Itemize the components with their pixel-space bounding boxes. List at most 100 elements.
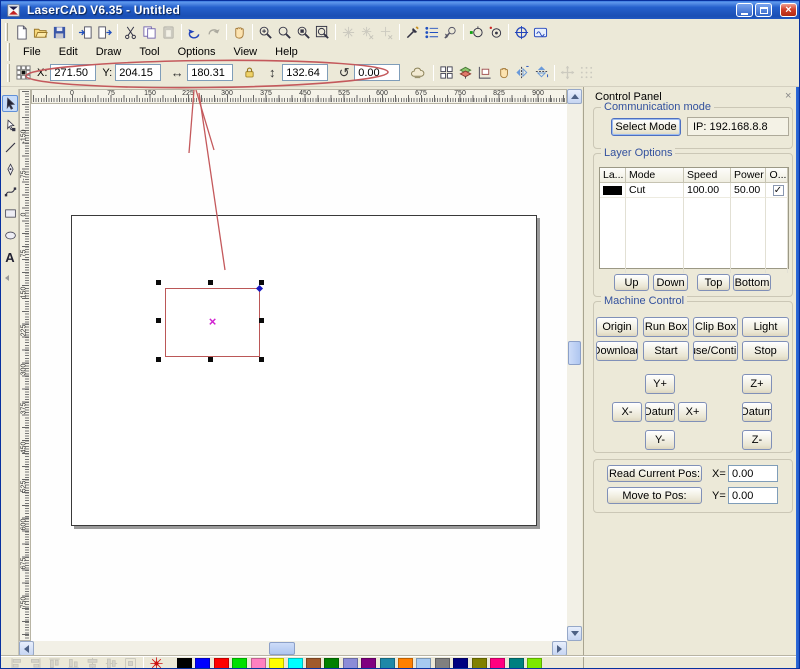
layer-table[interactable]: La... Mode Speed Power O... Cut 100.00 5…	[599, 167, 789, 269]
selection-handle-s[interactable]	[208, 357, 213, 362]
group-icon[interactable]	[456, 63, 475, 82]
jog-y-minus-button[interactable]: Y-	[645, 430, 675, 450]
align-right-icon[interactable]	[26, 654, 45, 669]
palette-color[interactable]	[509, 658, 524, 669]
jog-y-plus-button[interactable]: Y+	[645, 374, 675, 394]
layer-up-button[interactable]: Up	[614, 274, 649, 291]
new-file-icon[interactable]	[12, 23, 31, 42]
selection-handle-se[interactable]	[259, 357, 264, 362]
drawing-canvas[interactable]: ×	[31, 104, 567, 641]
palette-color[interactable]	[306, 658, 321, 669]
palette-color[interactable]	[288, 658, 303, 669]
run-box-button[interactable]: Run Box	[643, 317, 689, 337]
point-probe-icon[interactable]	[441, 23, 460, 42]
palette-collapse-icon[interactable]	[5, 275, 9, 281]
palette-color[interactable]	[343, 658, 358, 669]
palette-color[interactable]	[177, 658, 192, 669]
selection-handle-e[interactable]	[259, 318, 264, 323]
select-tool[interactable]	[2, 95, 18, 112]
layer-top-button[interactable]: Top	[697, 274, 730, 291]
object-params-icon[interactable]	[422, 23, 441, 42]
jog-z-minus-button[interactable]: Z-	[742, 430, 772, 450]
selection-handle-n[interactable]	[208, 280, 213, 285]
undo-icon[interactable]	[185, 23, 204, 42]
laser-origin-icon[interactable]	[147, 654, 166, 669]
menu-draw[interactable]: Draw	[87, 46, 131, 58]
export-icon[interactable]	[95, 23, 114, 42]
adjust-icon[interactable]	[494, 63, 513, 82]
minimize-button[interactable]	[736, 3, 753, 17]
origin-button[interactable]: Origin	[596, 317, 638, 337]
ellipse-tool[interactable]	[2, 227, 18, 244]
pen-tool[interactable]	[2, 161, 18, 178]
layer-output-checkbox[interactable]: ✓	[773, 185, 784, 196]
palette-color[interactable]	[195, 658, 210, 669]
text-tool[interactable]: A	[2, 249, 18, 266]
vertical-scroll-thumb[interactable]	[568, 341, 581, 365]
palette-color[interactable]	[361, 658, 376, 669]
datum-z-button[interactable]: Datum	[742, 402, 772, 422]
import-icon[interactable]	[76, 23, 95, 42]
layer-row[interactable]: Cut 100.00 50.00 ✓	[600, 183, 788, 198]
col-layer[interactable]: La...	[600, 168, 626, 183]
pan-hand-icon[interactable]	[230, 23, 249, 42]
pick-tool-icon[interactable]	[403, 23, 422, 42]
read-current-pos-button[interactable]: Read Current Pos:	[607, 465, 702, 482]
col-output[interactable]: O...	[766, 168, 788, 183]
align-left-icon[interactable]	[7, 654, 26, 669]
rotation-input[interactable]	[354, 64, 400, 81]
col-mode[interactable]: Mode	[626, 168, 684, 183]
scroll-down-icon[interactable]	[567, 626, 582, 641]
copy-icon[interactable]	[140, 23, 159, 42]
jog-x-minus-button[interactable]: X-	[612, 402, 642, 422]
palette-color[interactable]	[398, 658, 413, 669]
mirror-vertical-icon[interactable]	[513, 63, 532, 82]
menu-tool[interactable]: Tool	[130, 46, 168, 58]
menu-view[interactable]: View	[224, 46, 266, 58]
palette-color[interactable]	[269, 658, 284, 669]
palette-color[interactable]	[490, 658, 505, 669]
zoom-all-icon[interactable]	[294, 23, 313, 42]
horizontal-scroll-thumb[interactable]	[269, 642, 295, 655]
rectangle-tool[interactable]	[2, 205, 18, 222]
preview-icon[interactable]	[408, 63, 427, 82]
scroll-up-icon[interactable]	[567, 89, 582, 104]
palette-color[interactable]	[214, 658, 229, 669]
menu-edit[interactable]: Edit	[50, 46, 87, 58]
palette-color[interactable]	[472, 658, 487, 669]
palette-color[interactable]	[251, 658, 266, 669]
node-start-icon[interactable]	[467, 23, 486, 42]
align-center-v-icon[interactable]	[102, 654, 121, 669]
selection-handle-sw[interactable]	[156, 357, 161, 362]
pattern-icon[interactable]	[577, 63, 596, 82]
panel-splitter[interactable]	[583, 87, 584, 669]
scroll-right-icon[interactable]	[552, 641, 567, 656]
anchor-grid-icon[interactable]	[14, 63, 33, 82]
layer-speed[interactable]: 100.00	[684, 183, 731, 198]
pause-continue-button[interactable]: Pause/Continue	[693, 341, 738, 361]
curve-tool[interactable]	[2, 183, 18, 200]
redo-icon[interactable]	[204, 23, 223, 42]
start-button[interactable]: Start	[643, 341, 689, 361]
maximize-button[interactable]	[755, 3, 772, 17]
node-point-icon[interactable]	[486, 23, 505, 42]
col-speed[interactable]: Speed	[684, 168, 731, 183]
layer-down-button[interactable]: Down	[653, 274, 688, 291]
array-copy-icon[interactable]	[437, 63, 456, 82]
menu-help[interactable]: Help	[266, 46, 307, 58]
jog-x-plus-button[interactable]: X+	[678, 402, 707, 422]
download-button[interactable]: Download	[596, 341, 638, 361]
paste-icon[interactable]	[159, 23, 178, 42]
palette-color[interactable]	[435, 658, 450, 669]
menu-options[interactable]: Options	[169, 46, 225, 58]
align-center-h-icon[interactable]	[83, 654, 102, 669]
y-position-input[interactable]	[115, 64, 161, 81]
node-cut-icon[interactable]	[377, 23, 396, 42]
layer-power[interactable]: 50.00	[731, 183, 766, 198]
layer-color-swatch[interactable]	[603, 186, 622, 195]
light-button[interactable]: Light	[742, 317, 789, 337]
align-top-icon[interactable]	[45, 654, 64, 669]
display-area-icon[interactable]	[531, 23, 550, 42]
pos-x-input[interactable]	[728, 465, 778, 482]
stop-button[interactable]: Stop	[742, 341, 789, 361]
